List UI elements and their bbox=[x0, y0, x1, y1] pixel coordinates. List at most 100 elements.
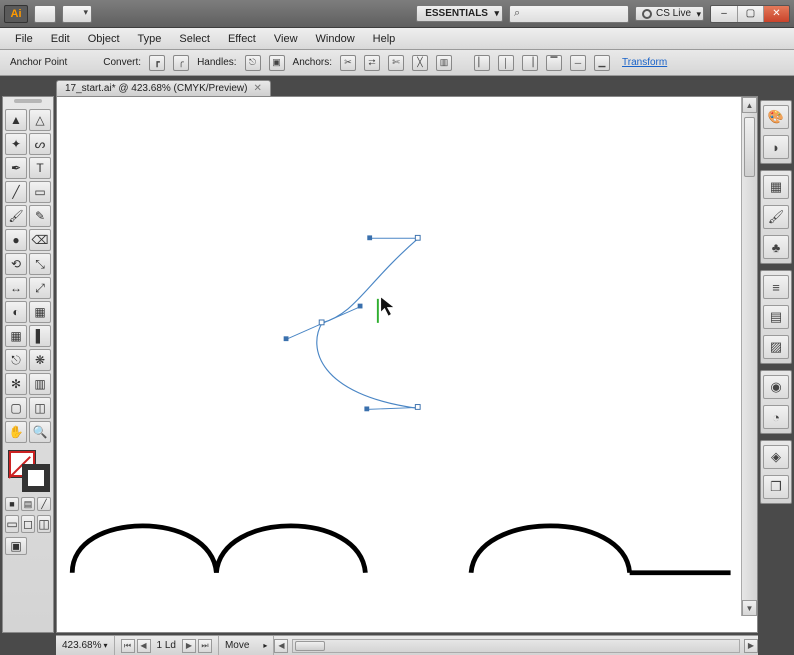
anchor-opt2-icon[interactable]: ▥ bbox=[436, 55, 452, 71]
artboard-tool[interactable]: ▢ bbox=[5, 397, 27, 419]
scale-tool[interactable]: ⤡ bbox=[29, 253, 51, 275]
color-panel-icon[interactable]: 🎨 bbox=[763, 105, 789, 129]
line-segment-tool[interactable]: ╱ bbox=[5, 181, 27, 203]
menu-view[interactable]: View bbox=[265, 30, 307, 48]
draw-inside-icon[interactable]: ◫ bbox=[37, 515, 51, 533]
align-bottom-icon[interactable]: ▁ bbox=[594, 55, 610, 71]
symbol-sprayer-tool[interactable]: ✻ bbox=[5, 373, 27, 395]
none-mode-icon[interactable]: ╱ bbox=[37, 497, 51, 511]
rectangle-tool[interactable]: ▭ bbox=[29, 181, 51, 203]
zoom-field[interactable]: 423.68% ▾ bbox=[56, 636, 115, 655]
artboard-first-icon[interactable]: ⏮ bbox=[121, 639, 135, 653]
stroke-swatch[interactable] bbox=[23, 465, 49, 491]
help-search-input[interactable] bbox=[524, 8, 624, 20]
bridge-icon[interactable] bbox=[34, 5, 56, 23]
document-tab[interactable]: 17_start.ai* @ 423.68% (CMYK/Preview) ✕ bbox=[56, 80, 271, 96]
magic-wand-tool[interactable]: ✦ bbox=[5, 133, 27, 155]
scroll-down-icon[interactable]: ▼ bbox=[742, 600, 757, 616]
blob-brush-tool[interactable]: ● bbox=[5, 229, 27, 251]
cslive-menu[interactable]: CS Live bbox=[635, 6, 704, 21]
canvas[interactable]: ▲ ▼ bbox=[56, 96, 758, 633]
artboard-last-icon[interactable]: ⏭ bbox=[198, 639, 212, 653]
transparency-panel-icon[interactable]: ▨ bbox=[763, 335, 789, 359]
show-handles-icon[interactable]: ⎋ bbox=[245, 55, 261, 71]
menu-select[interactable]: Select bbox=[170, 30, 219, 48]
connect-anchor-icon[interactable]: ⮂ bbox=[364, 55, 380, 71]
align-vcenter-icon[interactable]: ─ bbox=[570, 55, 586, 71]
cut-path-icon[interactable]: ✄ bbox=[388, 55, 404, 71]
artboards-panel-icon[interactable]: ❐ bbox=[763, 475, 789, 499]
menu-file[interactable]: File bbox=[6, 30, 42, 48]
shape-builder-tool[interactable]: ◐ bbox=[5, 301, 27, 323]
zoom-dropdown-icon[interactable]: ▾ bbox=[103, 641, 107, 650]
close-button[interactable]: ✕ bbox=[763, 6, 789, 22]
free-transform-tool[interactable]: ⤢ bbox=[29, 277, 51, 299]
layers-panel-icon[interactable]: ◈ bbox=[763, 445, 789, 469]
hscroll-left-icon[interactable]: ◀ bbox=[274, 639, 288, 653]
slice-tool[interactable]: ◫ bbox=[29, 397, 51, 419]
menu-help[interactable]: Help bbox=[364, 30, 405, 48]
scroll-up-icon[interactable]: ▲ bbox=[742, 97, 757, 113]
vertical-scrollbar[interactable]: ▲ ▼ bbox=[741, 97, 757, 616]
eyedropper-tool[interactable]: ⎋ bbox=[5, 349, 27, 371]
draw-normal-icon[interactable]: ▭ bbox=[5, 515, 19, 533]
gradient-mode-icon[interactable]: ▤ bbox=[21, 497, 35, 511]
graphic-styles-panel-icon[interactable]: ◔ bbox=[763, 405, 789, 429]
menu-type[interactable]: Type bbox=[129, 30, 171, 48]
type-tool[interactable]: T bbox=[29, 157, 51, 179]
align-hcenter-icon[interactable]: │ bbox=[498, 55, 514, 71]
menu-object[interactable]: Object bbox=[79, 30, 129, 48]
remove-anchor-icon[interactable]: ✂ bbox=[340, 55, 356, 71]
h-scroll-thumb[interactable] bbox=[295, 641, 325, 651]
perspective-grid-tool[interactable]: ▦ bbox=[29, 301, 51, 323]
selection-tool[interactable]: ▲ bbox=[5, 109, 27, 131]
artboard[interactable] bbox=[57, 97, 741, 616]
workspace-switcher[interactable]: ESSENTIALS bbox=[416, 5, 503, 22]
pen-tool[interactable]: ✒ bbox=[5, 157, 27, 179]
menu-effect[interactable]: Effect bbox=[219, 30, 265, 48]
appearance-panel-icon[interactable]: ◉ bbox=[763, 375, 789, 399]
artboard-prev-icon[interactable]: ◀ bbox=[137, 639, 151, 653]
stroke-panel-icon[interactable]: ≡ bbox=[763, 275, 789, 299]
direct-selection-tool[interactable]: △ bbox=[29, 109, 51, 131]
screen-mode-icon[interactable]: ▣ bbox=[5, 537, 27, 555]
v-scroll-thumb[interactable] bbox=[744, 117, 755, 177]
zoom-tool[interactable]: 🔍 bbox=[29, 421, 51, 443]
width-tool[interactable]: ↔ bbox=[5, 277, 27, 299]
column-graph-tool[interactable]: ▥ bbox=[29, 373, 51, 395]
align-right-icon[interactable]: ▕ bbox=[522, 55, 538, 71]
align-top-icon[interactable]: ▔ bbox=[546, 55, 562, 71]
maximize-button[interactable]: ▢ bbox=[737, 6, 763, 22]
close-tab-icon[interactable]: ✕ bbox=[253, 83, 261, 94]
align-left-icon[interactable]: ▏ bbox=[474, 55, 490, 71]
paintbrush-tool[interactable]: 🖌 bbox=[5, 205, 27, 227]
swatches-panel-icon[interactable]: ▦ bbox=[763, 175, 789, 199]
brushes-panel-icon[interactable]: 🖌 bbox=[763, 205, 789, 229]
draw-behind-icon[interactable]: ◻ bbox=[21, 515, 35, 533]
artboard-nav-value[interactable]: 1 Ld bbox=[153, 640, 180, 651]
panel-grip-icon[interactable] bbox=[5, 99, 51, 107]
hscroll-right-icon[interactable]: ▶ bbox=[744, 639, 758, 653]
convert-smooth-icon[interactable]: ╭ bbox=[173, 55, 189, 71]
gradient-tool[interactable]: ▌ bbox=[29, 325, 51, 347]
eraser-tool[interactable]: ⌫ bbox=[29, 229, 51, 251]
gradient-panel-icon[interactable]: ▤ bbox=[763, 305, 789, 329]
color-guide-panel-icon[interactable]: ◗ bbox=[763, 135, 789, 159]
color-mode-icon[interactable]: ■ bbox=[5, 497, 19, 511]
minimize-button[interactable]: – bbox=[711, 6, 737, 22]
help-search[interactable]: ⌕ bbox=[509, 5, 629, 23]
rotate-tool[interactable]: ⟲ bbox=[5, 253, 27, 275]
convert-corner-icon[interactable]: ┏ bbox=[149, 55, 165, 71]
artboard-next-icon[interactable]: ▶ bbox=[182, 639, 196, 653]
horizontal-scrollbar[interactable] bbox=[292, 639, 740, 653]
lasso-tool[interactable]: ᔕ bbox=[29, 133, 51, 155]
tool-hint-menu-icon[interactable]: ▸ bbox=[263, 641, 267, 650]
menu-window[interactable]: Window bbox=[307, 30, 364, 48]
hide-handles-icon[interactable]: ▣ bbox=[269, 55, 285, 71]
symbols-panel-icon[interactable]: ♣ bbox=[763, 235, 789, 259]
menu-edit[interactable]: Edit bbox=[42, 30, 79, 48]
blend-tool[interactable]: ❋ bbox=[29, 349, 51, 371]
pencil-tool[interactable]: ✎ bbox=[29, 205, 51, 227]
hand-tool[interactable]: ✋ bbox=[5, 421, 27, 443]
transform-link[interactable]: Transform bbox=[622, 57, 667, 68]
